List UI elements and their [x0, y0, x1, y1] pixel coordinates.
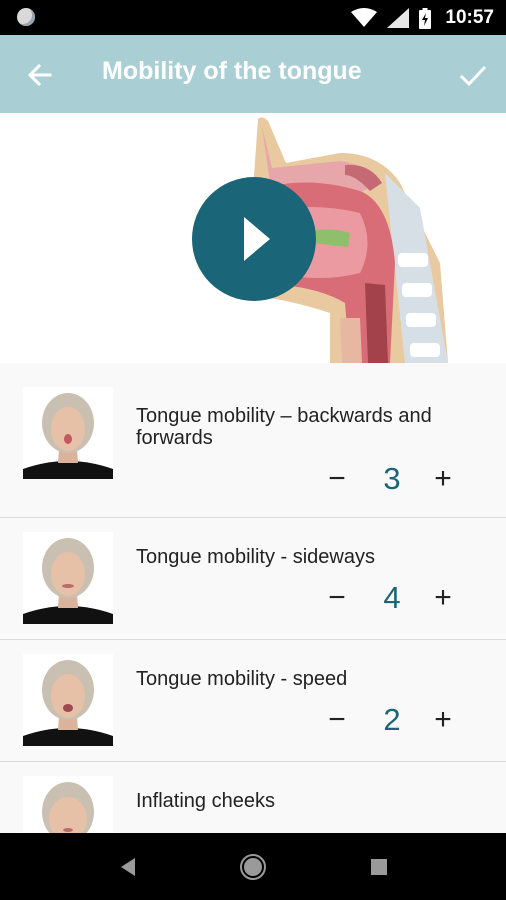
nav-home-icon — [240, 854, 266, 880]
back-button[interactable] — [24, 59, 56, 91]
repetition-counter: − 3 + — [320, 459, 460, 499]
exercise-title: Tongue mobility - speed — [136, 668, 348, 690]
increment-button[interactable]: + — [426, 578, 460, 618]
nav-home-button[interactable] — [238, 852, 268, 882]
exercise-thumbnail — [23, 654, 113, 746]
list-item[interactable]: Inflating cheeks — [0, 762, 506, 833]
video-preview[interactable] — [0, 113, 506, 363]
list-item[interactable]: Tongue mobility - speed − 2 + — [0, 640, 506, 762]
nav-recents-icon — [371, 859, 387, 875]
repetition-counter: − 4 + — [320, 578, 460, 618]
nav-recents-button[interactable] — [364, 852, 394, 882]
increment-button[interactable]: + — [426, 459, 460, 499]
exercise-title: Inflating cheeks — [136, 790, 275, 812]
decrement-button[interactable]: − — [320, 700, 354, 740]
status-bar: x 10:57 — [0, 0, 506, 35]
play-icon — [244, 217, 270, 261]
battery-charging-icon — [419, 7, 432, 29]
repetition-count: 3 — [383, 461, 401, 496]
nav-back-icon — [121, 858, 135, 876]
nav-back-button[interactable] — [113, 852, 143, 882]
wifi-icon — [351, 8, 378, 27]
person-photo — [23, 393, 113, 479]
list-item[interactable]: Tongue mobility – backwards and forwards… — [0, 363, 506, 518]
exercise-title: Tongue mobility - sideways — [136, 546, 375, 568]
arrow-back-icon — [27, 63, 52, 87]
person-photo — [42, 782, 94, 833]
check-icon — [459, 65, 487, 87]
increment-button[interactable]: + — [426, 700, 460, 740]
list-item[interactable]: Tongue mobility - sideways − 4 + — [0, 518, 506, 640]
done-button[interactable] — [456, 59, 490, 91]
repetition-count: 4 — [383, 580, 401, 615]
signal-icon: x — [387, 8, 410, 28]
repetition-counter: − 2 + — [320, 700, 460, 740]
repetition-count: 2 — [383, 702, 401, 737]
exercise-list: Tongue mobility – backwards and forwards… — [0, 363, 506, 833]
notification-dot-icon — [17, 8, 35, 26]
decrement-button[interactable]: − — [320, 459, 354, 499]
person-photo — [23, 538, 113, 624]
decrement-button[interactable]: − — [320, 578, 354, 618]
clock: 10:57 — [445, 7, 494, 28]
svg-text:x: x — [389, 11, 395, 21]
exercise-thumbnail — [23, 387, 113, 479]
exercise-title: Tongue mobility – backwards and forwards — [136, 405, 432, 449]
play-button[interactable] — [192, 177, 316, 301]
page-title: Mobility of the tongue — [102, 57, 362, 85]
navigation-bar — [0, 833, 506, 900]
person-photo — [23, 660, 113, 746]
status-icons: x 10:57 — [351, 7, 494, 29]
exercise-thumbnail — [23, 776, 113, 833]
exercise-thumbnail — [23, 532, 113, 624]
app-bar: Mobility of the tongue — [0, 35, 506, 113]
